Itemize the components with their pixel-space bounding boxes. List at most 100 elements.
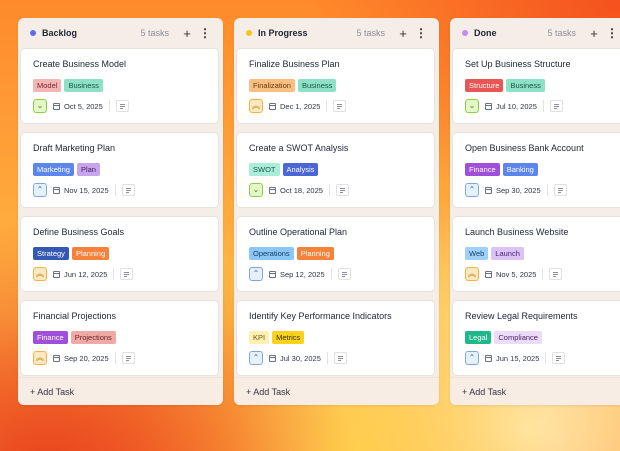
more-options-icon[interactable]: ⋮ xyxy=(197,27,213,39)
task-title: Identify Key Performance Indicators xyxy=(249,311,392,321)
task-title: Review Legal Requirements xyxy=(465,311,578,321)
due-date[interactable]: Jun 12, 2025 xyxy=(53,268,115,280)
task-card[interactable]: Set Up Business Structure Structure Busine… xyxy=(452,48,620,124)
due-date[interactable]: Jun 15, 2025 xyxy=(485,352,547,364)
add-icon[interactable]: + xyxy=(395,27,411,40)
task-card[interactable]: Outline Operational Plan Operations Planni… xyxy=(236,216,435,292)
due-date[interactable]: Sep 12, 2025 xyxy=(269,268,332,280)
description-icon[interactable] xyxy=(121,184,135,196)
description-icon[interactable] xyxy=(549,100,563,112)
tag-list: Marketing Plan xyxy=(33,163,206,176)
add-task-button[interactable]: + Add Task xyxy=(234,377,439,405)
tag-badge: Compliance xyxy=(494,331,542,344)
task-card[interactable]: Review Legal Requirements Legal Compliance… xyxy=(452,300,620,376)
due-date[interactable]: Oct 18, 2025 xyxy=(269,184,330,196)
task-card[interactable]: Launch Business Website Web Launch ︽ Nov 5, … xyxy=(452,216,620,292)
task-card[interactable]: Open Business Bank Account Finance Banking… xyxy=(452,132,620,208)
task-count: 5 tasks xyxy=(356,28,385,38)
add-task-button[interactable]: + Add Task xyxy=(450,377,620,405)
column-title: Done xyxy=(474,28,497,38)
double-chevron-up-icon[interactable]: ︽ xyxy=(33,267,47,281)
chevron-up-icon[interactable]: ⌃ xyxy=(249,267,263,281)
chevron-down-icon[interactable]: ⌄ xyxy=(249,183,263,197)
chevron-up-icon[interactable]: ⌃ xyxy=(465,351,479,365)
description-icon[interactable] xyxy=(115,100,129,112)
calendar-icon xyxy=(53,102,60,110)
description-icon[interactable] xyxy=(121,352,135,364)
calendar-icon xyxy=(485,102,492,110)
task-title: Set Up Business Structure xyxy=(465,59,571,69)
description-icon[interactable] xyxy=(335,184,349,196)
tag-badge: Projections xyxy=(70,331,116,344)
task-title: Financial Projections xyxy=(33,311,117,321)
tag-list: Finance Projections xyxy=(33,331,206,344)
tag-list: Web Launch xyxy=(465,247,620,260)
description-icon[interactable] xyxy=(553,184,567,196)
tag-badge: Launch xyxy=(491,247,524,260)
due-date[interactable]: Sep 30, 2025 xyxy=(485,184,548,196)
add-task-label: + Add Task xyxy=(30,386,75,397)
calendar-icon xyxy=(485,186,492,194)
calendar-icon xyxy=(269,270,276,278)
due-date[interactable]: Nov 15, 2025 xyxy=(53,184,116,196)
add-icon[interactable]: + xyxy=(179,27,195,40)
column-header: In Progress 5 tasks + ⋮ xyxy=(234,18,439,48)
column-title: In Progress xyxy=(258,28,308,38)
task-card[interactable]: Create Business Model Model Business ⌄ Oct 5… xyxy=(20,48,219,124)
chevron-down-icon[interactable]: ⌄ xyxy=(33,99,47,113)
due-date[interactable]: Nov 5, 2025 xyxy=(485,268,544,280)
tag-list: Finalization Business xyxy=(249,79,422,92)
tag-list: Structure Business xyxy=(465,79,620,92)
task-meta: ︽ Sep 20, 2025 xyxy=(33,351,206,365)
task-card[interactable]: Draft Marketing Plan Marketing Plan ⌃ Nov 15… xyxy=(20,132,219,208)
task-meta: ⌃ Sep 30, 2025 xyxy=(465,183,620,197)
task-card[interactable]: Define Business Goals Strategy Planning ︽ Ju… xyxy=(20,216,219,292)
task-title: Finalize Business Plan xyxy=(249,59,340,69)
chevron-up-icon[interactable]: ⌃ xyxy=(33,183,47,197)
due-date[interactable]: Sep 20, 2025 xyxy=(53,352,116,364)
description-icon[interactable] xyxy=(549,268,563,280)
due-date[interactable]: Jul 30, 2025 xyxy=(269,352,328,364)
chevron-up-icon[interactable]: ⌃ xyxy=(465,183,479,197)
due-date[interactable]: Dec 1, 2025 xyxy=(269,100,328,112)
add-task-label: + Add Task xyxy=(462,386,507,397)
more-options-icon[interactable]: ⋮ xyxy=(604,27,620,39)
double-chevron-up-icon[interactable]: ︽ xyxy=(33,351,47,365)
double-chevron-up-icon[interactable]: ︽ xyxy=(465,267,479,281)
due-date[interactable]: Oct 5, 2025 xyxy=(53,100,110,112)
due-date-text: Nov 5, 2025 xyxy=(496,269,537,279)
tag-badge: Finalization xyxy=(249,79,295,92)
task-card[interactable]: Create a SWOT Analysis SWOT Analysis ⌄ Oct 1… xyxy=(236,132,435,208)
task-card[interactable]: Identify Key Performance Indicators KPI Me… xyxy=(236,300,435,376)
tag-badge: Business xyxy=(64,79,103,92)
due-date-text: Oct 18, 2025 xyxy=(280,185,323,195)
task-meta: ⌄ Jul 10, 2025 xyxy=(465,99,620,113)
task-meta: ⌃ Nov 15, 2025 xyxy=(33,183,206,197)
description-icon[interactable] xyxy=(333,100,347,112)
tag-badge: Finance xyxy=(33,331,68,344)
task-meta: ︽ Nov 5, 2025 xyxy=(465,267,620,281)
chevron-up-icon[interactable]: ⌃ xyxy=(249,351,263,365)
description-icon[interactable] xyxy=(552,352,566,364)
calendar-icon xyxy=(53,186,60,194)
column-header: Done 5 tasks + ⋮ xyxy=(450,18,620,48)
due-date[interactable]: Jul 10, 2025 xyxy=(485,100,544,112)
description-icon[interactable] xyxy=(120,268,134,280)
task-card[interactable]: Financial Projections Finance Projections ︽… xyxy=(20,300,219,376)
calendar-icon xyxy=(485,270,492,278)
tag-badge: Model xyxy=(33,79,62,92)
double-chevron-up-icon[interactable]: ︽ xyxy=(249,99,263,113)
tag-list: Operations Planning xyxy=(249,247,422,260)
more-options-icon[interactable]: ⋮ xyxy=(413,27,429,39)
tag-badge: Legal xyxy=(465,331,492,344)
add-task-button[interactable]: + Add Task xyxy=(18,377,223,405)
task-meta: ︽ Jun 12, 2025 xyxy=(33,267,206,281)
task-meta: ⌄ Oct 5, 2025 xyxy=(33,99,206,113)
chevron-down-icon[interactable]: ⌄ xyxy=(465,99,479,113)
tag-badge: Marketing xyxy=(33,163,74,176)
description-icon[interactable] xyxy=(333,352,347,364)
add-icon[interactable]: + xyxy=(586,27,602,40)
task-title: Create a SWOT Analysis xyxy=(249,143,349,153)
task-card[interactable]: Finalize Business Plan Finalization Busine… xyxy=(236,48,435,124)
description-icon[interactable] xyxy=(337,268,351,280)
